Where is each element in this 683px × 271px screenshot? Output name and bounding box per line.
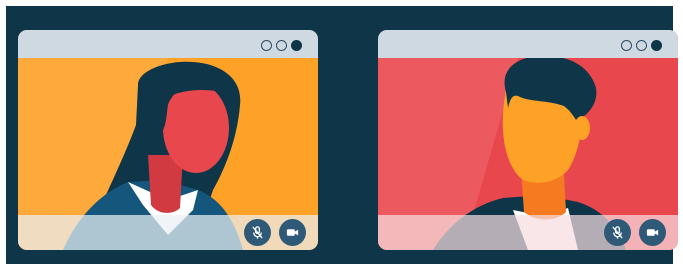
mute-microphone-icon bbox=[252, 226, 263, 239]
video-button[interactable] bbox=[279, 219, 306, 246]
video-feed-woman bbox=[18, 30, 318, 250]
video-feed-man bbox=[378, 30, 678, 250]
window-dots-left bbox=[261, 40, 302, 51]
call-controls-left bbox=[244, 219, 306, 246]
window-dot[interactable] bbox=[621, 40, 632, 51]
window-dots-right bbox=[621, 40, 662, 51]
mute-button[interactable] bbox=[604, 219, 631, 246]
window-dot[interactable] bbox=[291, 40, 302, 51]
mute-microphone-icon bbox=[612, 226, 623, 239]
video-button[interactable] bbox=[639, 219, 666, 246]
window-dot[interactable] bbox=[276, 40, 287, 51]
video-camera-icon bbox=[286, 229, 299, 236]
video-window-left bbox=[18, 30, 318, 250]
video-window-right bbox=[378, 30, 678, 250]
window-dot[interactable] bbox=[651, 40, 662, 51]
window-dot[interactable] bbox=[261, 40, 272, 51]
video-call-illustration bbox=[0, 0, 683, 271]
call-controls-right bbox=[604, 219, 666, 246]
video-camera-icon bbox=[646, 229, 659, 236]
window-dot[interactable] bbox=[636, 40, 647, 51]
mute-button[interactable] bbox=[244, 219, 271, 246]
